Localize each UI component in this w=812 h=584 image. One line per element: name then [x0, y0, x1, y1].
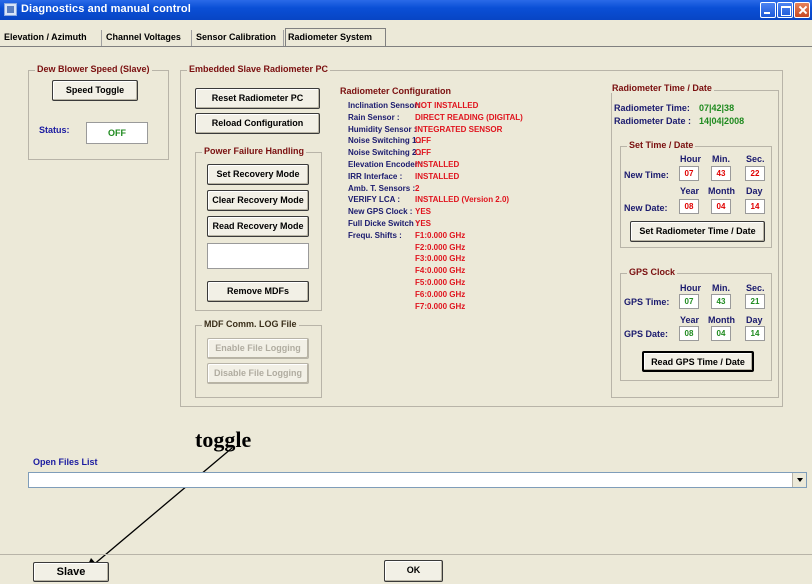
slave-button[interactable]: Slave	[33, 562, 109, 582]
annotation-arrow	[84, 447, 233, 573]
ok-button[interactable]: OK	[384, 560, 443, 582]
open-files-label: Open Files List	[33, 457, 98, 467]
footer-divider	[0, 554, 812, 555]
diagnostics-window: Diagnostics and manual control Elevation…	[0, 0, 812, 584]
open-files-combo[interactable]	[28, 472, 807, 488]
chevron-down-icon[interactable]	[792, 473, 806, 487]
